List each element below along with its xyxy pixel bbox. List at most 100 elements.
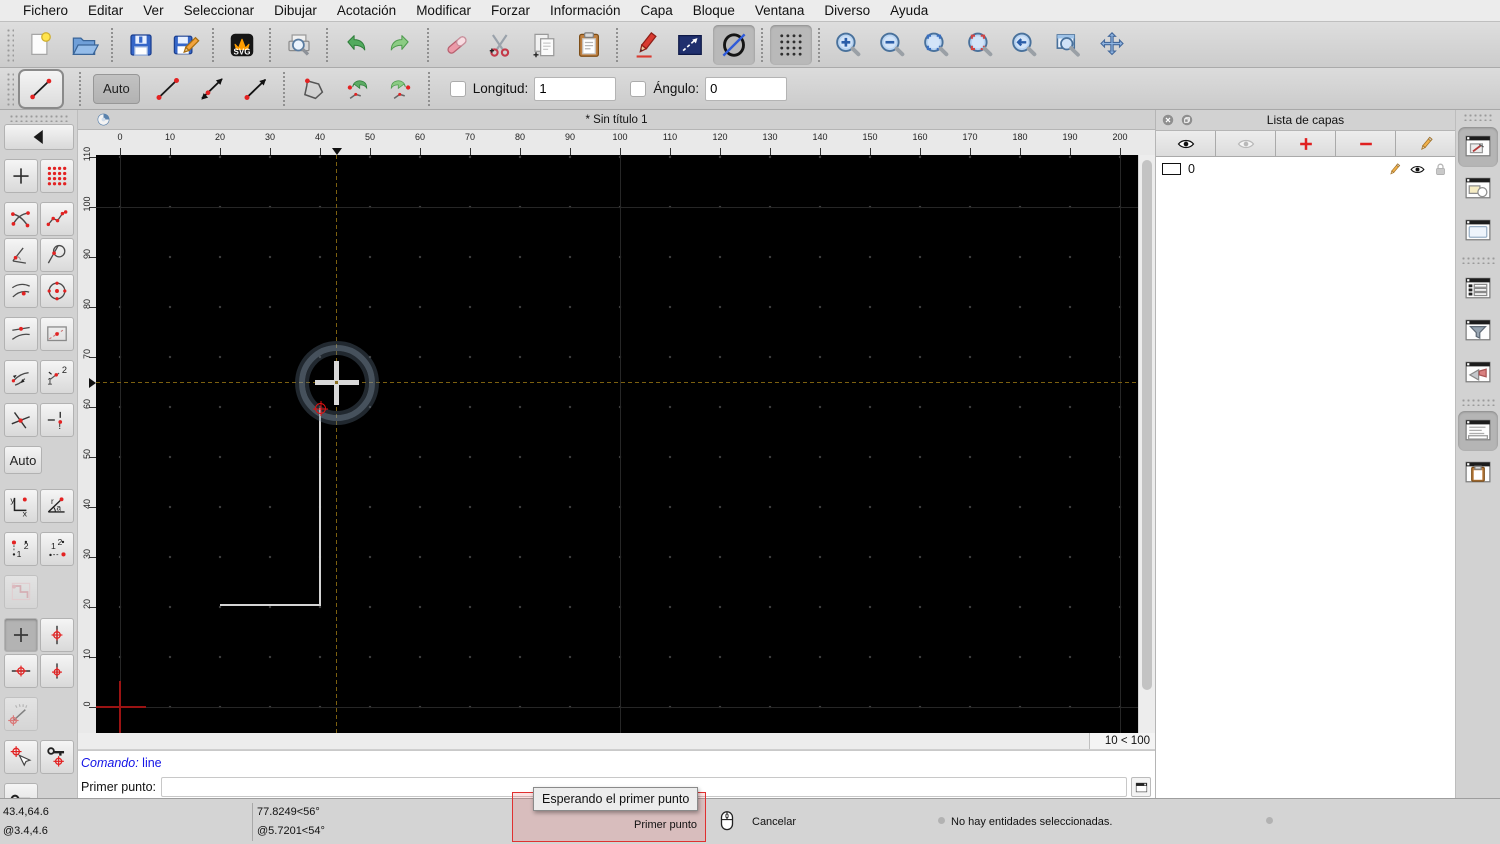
draft-mode-button[interactable] (713, 24, 755, 65)
lock-relative-zero-button[interactable] (40, 740, 74, 774)
snap-nearest-button[interactable] (4, 274, 38, 308)
restrict-nothing-button[interactable] (4, 618, 38, 652)
snap-auto-button[interactable]: Auto (4, 446, 42, 474)
length-checkbox[interactable] (449, 80, 466, 97)
toolbar-drag-handle[interactable] (6, 27, 14, 62)
snap-intersection-button[interactable] (4, 403, 38, 437)
drawing-canvas[interactable] (96, 155, 1138, 733)
menu-modificar[interactable]: Modificar (406, 3, 481, 18)
menu-seleccionar[interactable]: Seleccionar (174, 3, 265, 18)
command-window-toggle-button[interactable] (1131, 777, 1151, 797)
snap-grid-button[interactable] (40, 159, 74, 193)
snap-intersection-manual-button[interactable]: ! (40, 403, 74, 437)
menu-diverso[interactable]: Diverso (814, 3, 880, 18)
snap-distance-button[interactable] (40, 317, 74, 351)
paste-button[interactable] (568, 25, 610, 65)
restrict-orthogonal-button[interactable] (4, 575, 38, 609)
hide-all-layers-button[interactable] (1216, 131, 1276, 156)
current-tool-line-button[interactable] (18, 68, 64, 109)
library-panel-button[interactable] (1458, 211, 1498, 251)
menu-ayuda[interactable]: Ayuda (880, 3, 938, 18)
snap-free-button[interactable] (4, 159, 38, 193)
line-direction-button[interactable] (235, 69, 277, 109)
menu-editar[interactable]: Editar (78, 3, 133, 18)
block-list-panel-button[interactable] (1458, 169, 1498, 209)
new-file-button[interactable] (19, 25, 61, 65)
zoom-in-button[interactable] (827, 25, 869, 65)
snap-middle-button[interactable] (4, 317, 38, 351)
line-two-points-button[interactable] (147, 69, 189, 109)
snap-directional-button[interactable] (4, 360, 38, 394)
line-both-directions-button[interactable] (191, 69, 233, 109)
snap-center-button[interactable] (40, 274, 74, 308)
polyline-button[interactable] (292, 69, 334, 109)
menu-informacion[interactable]: Información (540, 3, 631, 18)
layer-row[interactable]: 0 (1156, 157, 1455, 181)
toolbar-drag-handle[interactable] (8, 114, 69, 122)
zoom-back-button[interactable] (1003, 25, 1045, 65)
zoom-window-button[interactable] (1047, 25, 1089, 65)
print-preview-button[interactable] (278, 25, 320, 65)
menu-bloque[interactable]: Bloque (683, 3, 745, 18)
layer-list-panel-button[interactable] (1458, 127, 1498, 167)
menu-forzar[interactable]: Forzar (481, 3, 540, 18)
menu-capa[interactable]: Capa (631, 3, 683, 18)
tab-title[interactable]: * Sin título 1 (78, 114, 1155, 126)
svg-export-button[interactable]: SVG (221, 25, 263, 65)
command-panel-button[interactable] (1458, 411, 1498, 451)
menu-ver[interactable]: Ver (133, 3, 173, 18)
drawn-polyline-horizontal[interactable] (220, 604, 320, 606)
add-layer-button[interactable] (1276, 131, 1336, 156)
horizontal-scrollbar[interactable]: 10 < 100 (78, 733, 1155, 750)
set-relative-zero-button[interactable] (4, 740, 38, 774)
toolbar-drag-handle[interactable] (6, 71, 14, 106)
lock-icon[interactable] (1432, 161, 1449, 178)
snap-endpoint-button[interactable] (4, 202, 38, 236)
restrict-vertical-button[interactable] (40, 618, 74, 652)
drawn-polyline-vertical[interactable] (319, 408, 321, 606)
reference-point-2-button[interactable]: 12 (40, 532, 74, 566)
line-attributes-button[interactable] (669, 25, 711, 65)
clipboard-panel-button[interactable] (1458, 453, 1498, 493)
length-input[interactable] (534, 76, 617, 101)
toolbar-drag-handle[interactable] (1463, 113, 1493, 121)
snap-tangent-button[interactable] (40, 238, 74, 272)
vertical-scrollbar[interactable] (1138, 155, 1155, 733)
save-as-button[interactable] (164, 25, 206, 65)
open-file-button[interactable] (63, 25, 105, 65)
snap-back-button[interactable] (4, 124, 74, 150)
pan-button[interactable] (1091, 25, 1133, 65)
coord-polar-button[interactable]: ra (40, 489, 74, 523)
show-all-layers-button[interactable] (1156, 131, 1216, 156)
menu-ventana[interactable]: Ventana (745, 3, 815, 18)
pencil-icon[interactable] (1386, 161, 1403, 178)
snap-reference-button[interactable]: 12 (40, 360, 74, 394)
undo-segment-button[interactable] (336, 69, 378, 109)
restrict-vertical-short-button[interactable] (40, 654, 74, 688)
entity-list-panel-button[interactable] (1458, 269, 1498, 309)
redo-segment-button[interactable] (380, 69, 422, 109)
menu-dibujar[interactable]: Dibujar (264, 3, 327, 18)
cut-button[interactable] (480, 25, 522, 65)
vertical-scrollbar-thumb[interactable] (1142, 160, 1152, 690)
zoom-out-button[interactable] (871, 25, 913, 65)
filter-panel-button[interactable] (1458, 311, 1498, 351)
menu-acotacion[interactable]: Acotación (327, 3, 406, 18)
snap-perpendicular-button[interactable] (4, 238, 38, 272)
notification-panel-button[interactable] (1458, 353, 1498, 393)
coord-cartesian-button[interactable]: yx (4, 489, 38, 523)
redo-button[interactable] (379, 25, 421, 65)
save-button[interactable] (120, 25, 162, 65)
reference-point-1-button[interactable]: 12 (4, 532, 38, 566)
restrict-horizontal-button[interactable] (4, 654, 38, 688)
zoom-auto-button[interactable] (915, 25, 957, 65)
remove-layer-button[interactable] (1336, 131, 1396, 156)
grid-toggle-button[interactable] (770, 24, 812, 65)
layer-color-swatch[interactable] (1162, 163, 1181, 175)
pen-attributes-button[interactable] (625, 25, 667, 65)
edit-layer-button[interactable] (1396, 131, 1455, 156)
angle-gauge-button[interactable] (4, 697, 38, 731)
zoom-previous-button[interactable] (959, 25, 1001, 65)
delete-button[interactable] (436, 25, 478, 65)
eye-icon[interactable] (1409, 161, 1426, 178)
